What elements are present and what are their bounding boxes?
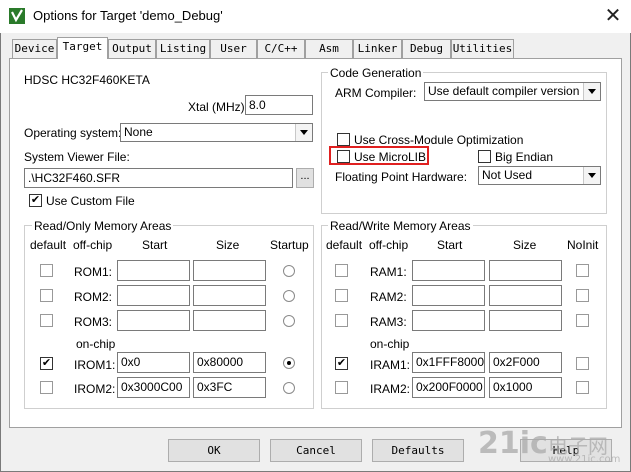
browse-button[interactable]: ... (296, 168, 314, 188)
iram2-noinit-checkbox[interactable] (576, 381, 589, 394)
ram3-start-input[interactable] (412, 310, 485, 331)
ro-onchip-label: on-chip (76, 337, 116, 351)
rom3-startup-radio[interactable] (283, 315, 295, 327)
iram1-start-input[interactable]: 0x1FFF8000 (412, 352, 485, 373)
irom1-start-input[interactable]: 0x0 (117, 352, 190, 373)
watermark-site: www.21ic.com (548, 454, 621, 465)
ro-memory-title: Read/Only Memory Areas (32, 219, 174, 233)
ram1-start-input[interactable] (412, 260, 485, 281)
use-custom-file-checkbox[interactable]: ✔ (29, 194, 42, 207)
iram1-noinit-checkbox[interactable] (576, 357, 589, 370)
rom3-label: ROM3: (74, 315, 113, 329)
arm-compiler-value: Use default compiler version 5 (428, 84, 590, 98)
rom2-startup-radio[interactable] (283, 290, 295, 302)
ro-header-default: default (30, 238, 67, 252)
arm-compiler-select[interactable]: Use default compiler version 5 (424, 82, 601, 101)
big-endian-label: Big Endian (495, 150, 554, 164)
ram2-start-input[interactable] (412, 285, 485, 306)
rw-header-size: Size (513, 238, 537, 252)
defaults-button[interactable]: Defaults (372, 439, 464, 462)
watermark-brand: 21ic (478, 426, 548, 461)
rom2-start-input[interactable] (117, 285, 190, 306)
fph-select[interactable]: Not Used (478, 166, 601, 185)
rom2-label: ROM2: (74, 290, 113, 304)
xtal-input[interactable]: 8.0 (245, 95, 313, 115)
rw-memory-title: Read/Write Memory Areas (328, 219, 473, 233)
ram2-default-checkbox[interactable] (335, 289, 348, 302)
iram1-label: IRAM1: (370, 358, 411, 372)
rw-onchip-label: on-chip (370, 337, 410, 351)
ro-header-start: Start (142, 238, 168, 252)
ram2-size-input[interactable] (489, 285, 562, 306)
irom1-label: IROM1: (74, 358, 116, 372)
ram3-noinit-checkbox[interactable] (576, 314, 589, 327)
watermark: 21ic 电子网 www.21ic.com (478, 426, 628, 470)
xtal-label: Xtal (MHz): (188, 100, 248, 114)
cross-module-checkbox[interactable] (337, 133, 350, 146)
rom2-size-input[interactable] (193, 285, 266, 306)
os-select-value: None (124, 125, 153, 139)
code-generation-title: Code Generation (328, 66, 424, 80)
chevron-down-icon (295, 124, 312, 141)
ram1-noinit-checkbox[interactable] (576, 264, 589, 277)
fph-value: Not Used (482, 168, 533, 182)
irom2-size-input[interactable]: 0x3FC (193, 377, 266, 398)
ram2-label: RAM2: (370, 290, 407, 304)
ram3-label: RAM3: (370, 315, 407, 329)
ro-header-offchip: off-chip (73, 238, 113, 252)
os-label: Operating system: (24, 126, 122, 140)
irom2-default-checkbox[interactable] (40, 381, 53, 394)
irom1-default-checkbox[interactable]: ✔ (40, 357, 53, 370)
rom1-startup-radio[interactable] (283, 265, 295, 277)
rom3-start-input[interactable] (117, 310, 190, 331)
iram2-default-checkbox[interactable] (335, 381, 348, 394)
iram2-start-input[interactable]: 0x200F0000 (412, 377, 485, 398)
rom1-size-input[interactable] (193, 260, 266, 281)
rom3-default-checkbox[interactable] (40, 314, 53, 327)
irom2-startup-radio[interactable] (283, 382, 295, 394)
microlib-highlight-box (329, 146, 429, 165)
rw-header-default: default (326, 238, 363, 252)
ram3-default-checkbox[interactable] (335, 314, 348, 327)
cancel-button[interactable]: Cancel (270, 439, 362, 462)
iram1-default-checkbox[interactable]: ✔ (335, 357, 348, 370)
rw-header-start: Start (437, 238, 463, 252)
rom3-size-input[interactable] (193, 310, 266, 331)
ok-button[interactable]: OK (168, 439, 260, 462)
chevron-down-icon (583, 83, 600, 100)
rom1-default-checkbox[interactable] (40, 264, 53, 277)
rom2-default-checkbox[interactable] (40, 289, 53, 302)
iram2-label: IRAM2: (370, 382, 411, 396)
big-endian-checkbox[interactable] (478, 150, 491, 163)
rw-header-noinit: NoInit (567, 238, 599, 252)
ram1-default-checkbox[interactable] (335, 264, 348, 277)
os-select[interactable]: None (120, 123, 313, 142)
rw-header-offchip: off-chip (369, 238, 409, 252)
cross-module-label: Use Cross-Module Optimization (354, 133, 524, 147)
svf-input[interactable]: .\HC32F460.SFR (24, 168, 293, 188)
ro-header-size: Size (216, 238, 240, 252)
chevron-down-icon (583, 167, 600, 184)
ram3-size-input[interactable] (489, 310, 562, 331)
irom1-startup-radio[interactable] (283, 357, 295, 369)
arm-compiler-label: ARM Compiler: (335, 86, 417, 100)
irom2-start-input[interactable]: 0x3000C00 (117, 377, 190, 398)
ram1-label: RAM1: (370, 265, 407, 279)
fph-label: Floating Point Hardware: (335, 170, 468, 184)
rom1-label: ROM1: (74, 265, 113, 279)
irom1-size-input[interactable]: 0x80000 (193, 352, 266, 373)
device-name: HDSC HC32F460KETA (24, 73, 150, 87)
irom2-label: IROM2: (74, 382, 116, 396)
iram1-size-input[interactable]: 0x2F000 (489, 352, 562, 373)
svf-label: System Viewer File: (24, 150, 130, 164)
ram2-noinit-checkbox[interactable] (576, 289, 589, 302)
ro-header-startup: Startup (270, 238, 309, 252)
iram2-size-input[interactable]: 0x1000 (489, 377, 562, 398)
rom1-start-input[interactable] (117, 260, 190, 281)
use-custom-file-label: Use Custom File (46, 194, 135, 208)
ram1-size-input[interactable] (489, 260, 562, 281)
